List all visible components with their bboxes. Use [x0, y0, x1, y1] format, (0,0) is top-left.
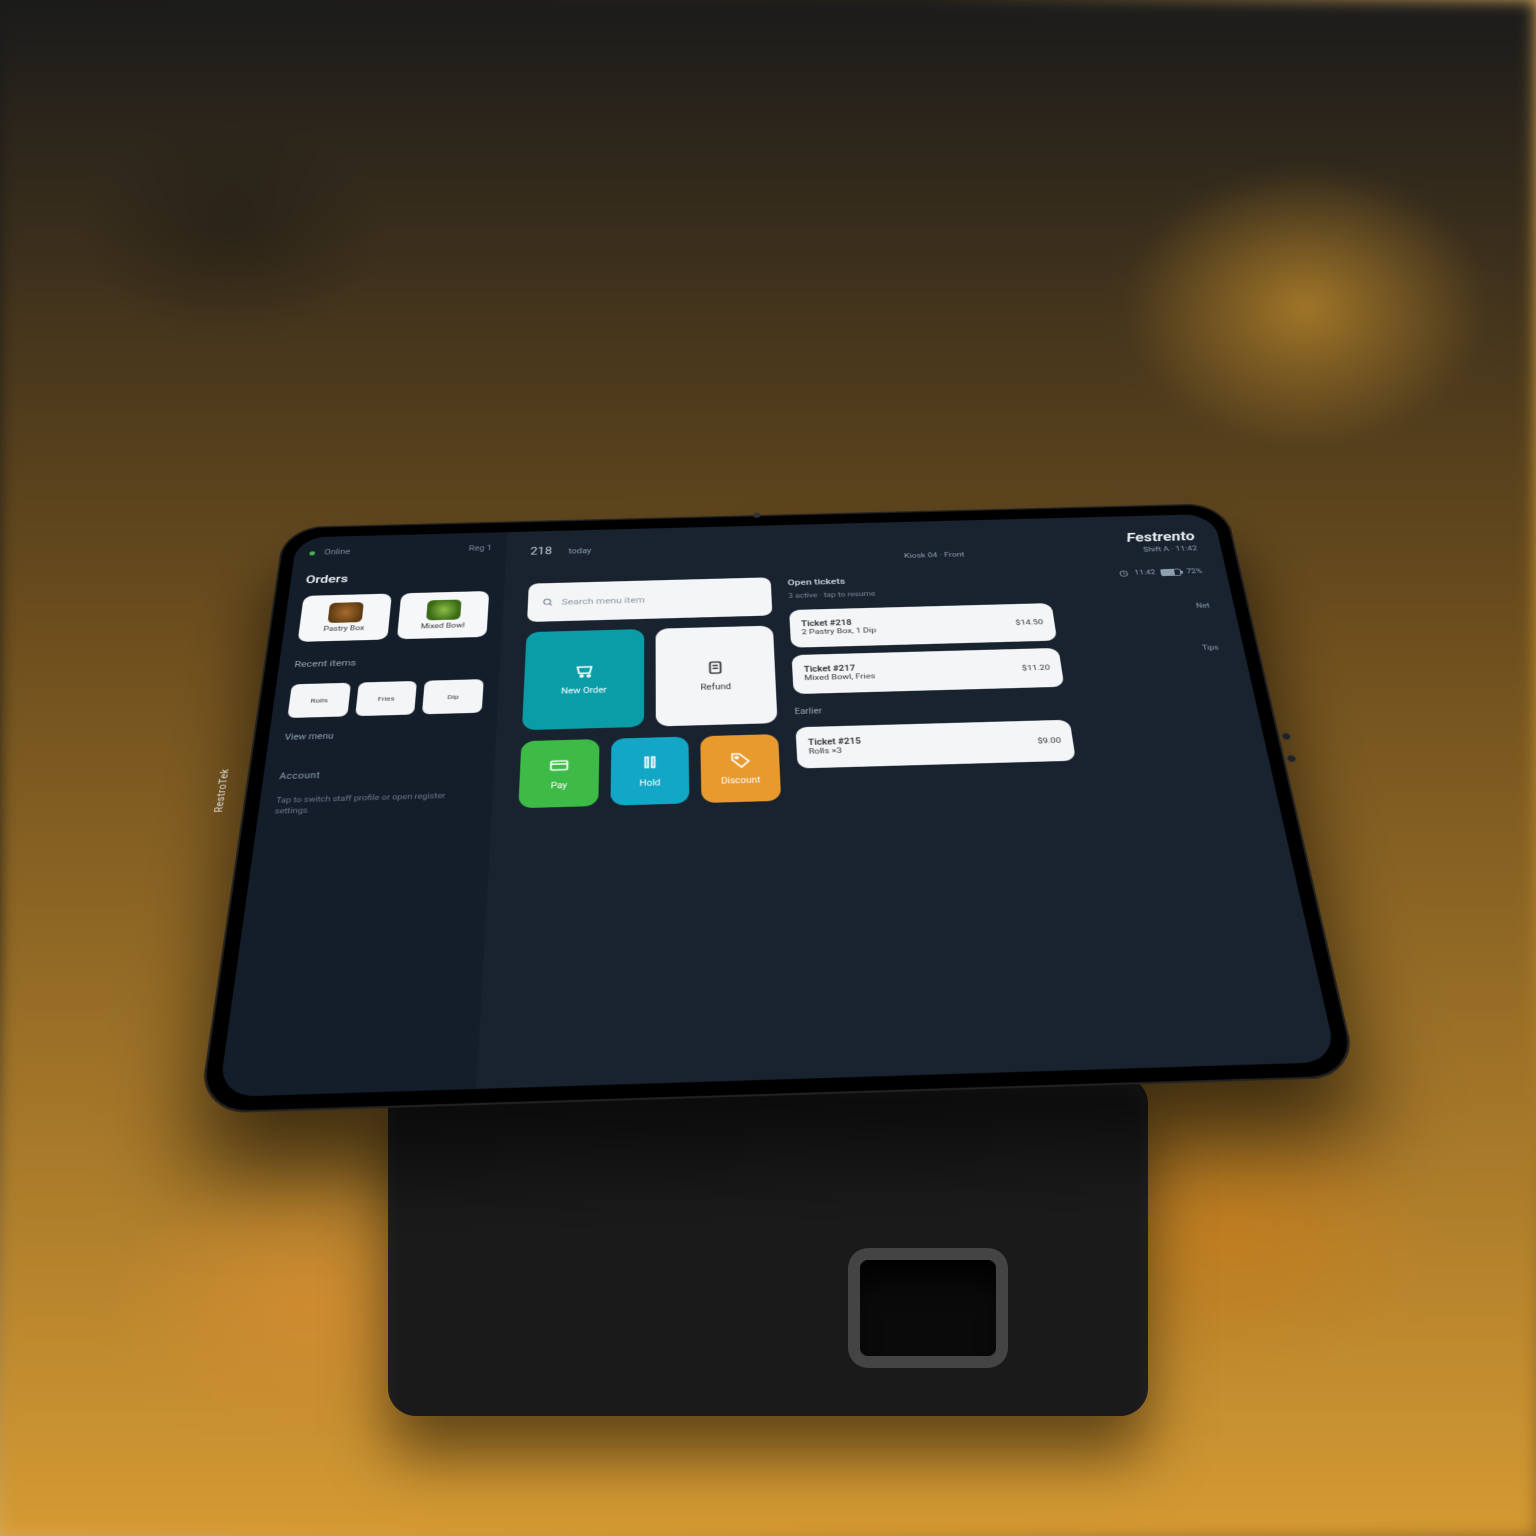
receipt-icon [705, 659, 727, 676]
online-indicator-icon [309, 551, 315, 555]
register-label: Reg 1 [468, 545, 492, 553]
recent-item[interactable]: Rolls [287, 683, 350, 718]
order-detail: 2 Pastry Box, 1 Dip [801, 626, 876, 636]
status-row: Online Reg 1 [309, 545, 492, 557]
header-count-note: today [568, 548, 591, 556]
actions-column: Search menu item New Order [506, 577, 793, 1066]
featured-item-label: Pastry Box [323, 625, 365, 633]
shift-label: Shift A · 11:42 [1143, 545, 1198, 554]
featured-item[interactable]: Mixed Bowl [397, 591, 489, 639]
pos-tablet: RestroTek Online Reg 1 Orders Pastry Box [198, 503, 1358, 1114]
stand-card-slot [848, 1248, 1008, 1368]
orders-subheading: 3 active · tap to resume [788, 586, 1050, 600]
food-thumb-icon [328, 602, 364, 623]
screen-bezel: Online Reg 1 Orders Pastry Box Mixed Bow… [219, 514, 1338, 1097]
order-card[interactable]: Ticket #218 2 Pastry Box, 1 Dip $14.50 [789, 603, 1057, 648]
orders-column: Open tickets 3 active · tap to resume Ti… [787, 570, 1120, 1057]
clock-row: 11:42 72% [1117, 567, 1203, 578]
card-icon [548, 756, 571, 774]
food-thumb-icon [426, 599, 462, 620]
stat-tips: Tips [1202, 644, 1220, 652]
search-input[interactable]: Search menu item [527, 577, 772, 622]
order-amount: $11.20 [1021, 663, 1050, 672]
recent-item[interactable]: Fries [355, 681, 417, 716]
clock-time: 11:42 [1134, 569, 1156, 576]
store-name: Kiosk 04 · Front [904, 551, 965, 560]
content-row: Search menu item New Order [506, 566, 1304, 1066]
front-camera [753, 512, 760, 517]
order-card[interactable]: Ticket #215 Rolls ×3 $9.00 [795, 720, 1076, 769]
sidebar-section-label: Account [279, 767, 478, 781]
order-detail: Rolls ×3 [808, 746, 862, 756]
orders-heading: Open tickets [787, 571, 1047, 587]
search-icon [541, 597, 555, 607]
sidebar-subheading: Recent items [294, 654, 485, 669]
orders-divider: Earlier [794, 700, 1067, 716]
order-amount: $14.50 [1015, 618, 1044, 627]
order-amount: $9.00 [1037, 736, 1062, 745]
battery-label: 72% [1186, 568, 1203, 575]
header-figures: 218 today [530, 545, 591, 557]
tile-label: New Order [561, 686, 607, 696]
order-card[interactable]: Ticket #217 Mixed Bowl, Fries $11.20 [792, 648, 1065, 694]
pay-tile[interactable]: Pay [518, 739, 599, 808]
search-placeholder: Search menu item [562, 595, 645, 606]
tag-icon [729, 751, 751, 769]
recent-item-label: Rolls [310, 697, 328, 704]
pos-stand [388, 1076, 1148, 1416]
battery-icon [1160, 569, 1182, 576]
header-count: 218 [530, 546, 552, 557]
view-menu-link[interactable]: View menu [284, 728, 481, 742]
discount-tile[interactable]: Discount [701, 734, 782, 803]
sidebar-section-desc: Tap to switch staff profile or open regi… [274, 791, 477, 818]
status-text: Online [324, 548, 351, 556]
hold-tile[interactable]: Hold [610, 737, 690, 806]
recent-item[interactable]: Dip [422, 679, 484, 714]
stat-net: Net [1196, 602, 1211, 609]
tile-label: Discount [721, 776, 761, 786]
tile-label: Refund [700, 683, 731, 692]
sidebar-title: Orders [305, 569, 491, 586]
pos-screen: Online Reg 1 Orders Pastry Box Mixed Bow… [219, 514, 1338, 1097]
recent-items-row: Rolls Fries Dip [287, 679, 483, 718]
tile-label: Hold [639, 779, 660, 789]
recent-item-label: Dip [447, 693, 459, 700]
main-header: 218 today Festrento Kiosk 04 · Front Shi… [529, 529, 1197, 569]
main-panel: 218 today Festrento Kiosk 04 · Front Shi… [476, 514, 1337, 1089]
featured-item-label: Mixed Bowl [420, 622, 464, 630]
featured-item[interactable]: Pastry Box [298, 594, 392, 642]
clock-icon [1117, 569, 1130, 578]
tile-label: Pay [550, 781, 567, 790]
pause-icon [639, 753, 661, 771]
refund-tile[interactable]: Refund [656, 626, 778, 727]
recent-item-label: Fries [377, 695, 395, 702]
cart-icon [574, 662, 596, 679]
new-order-tile[interactable]: New Order [522, 629, 644, 730]
featured-items: Pastry Box Mixed Bowl [298, 591, 490, 642]
order-detail: Mixed Bowl, Fries [804, 672, 875, 682]
